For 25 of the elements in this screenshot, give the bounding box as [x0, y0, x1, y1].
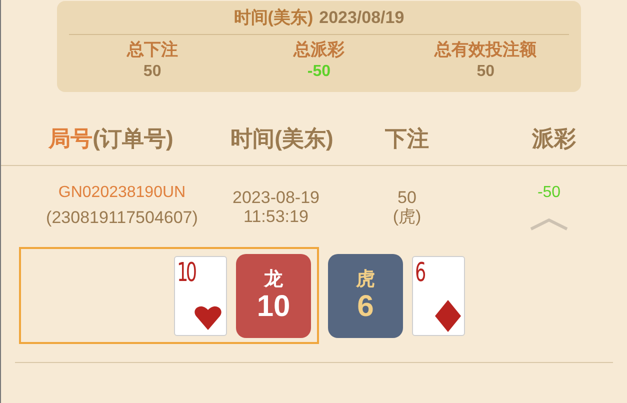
- stat-value: -50: [307, 62, 331, 82]
- column-header-sub: (订单号): [92, 125, 174, 153]
- stat-label: 总下注: [126, 39, 178, 61]
- date-label: 时间(美东): [234, 6, 314, 29]
- stat-value: 50: [143, 62, 162, 82]
- score-tile: 虎 6: [328, 254, 403, 338]
- column-header: 派彩: [532, 125, 576, 153]
- bet-date: 2023-08-19: [232, 188, 320, 207]
- column-header: 局号: [48, 125, 93, 153]
- round-id: GN020238190UN: [58, 183, 186, 203]
- diamond-icon: [435, 300, 461, 332]
- stat-label: 总派彩: [293, 39, 344, 61]
- score-tile: 龙 10: [236, 254, 311, 338]
- bet-side: (虎): [392, 207, 422, 226]
- order-number: (230819117504607): [46, 207, 198, 228]
- bet-time: 11:53:19: [244, 207, 308, 226]
- column-header: 下注: [385, 125, 429, 153]
- column-header: 时间(美东): [230, 125, 334, 153]
- bet-amount: 50: [398, 188, 416, 207]
- stat-value: 50: [476, 62, 495, 82]
- payout-value: -50: [537, 183, 561, 203]
- playing-card: 10: [174, 256, 227, 336]
- stat-label: 总有效投注额: [434, 39, 537, 61]
- date-value: 2023/08/19: [319, 6, 404, 29]
- playing-card: 6: [412, 256, 465, 336]
